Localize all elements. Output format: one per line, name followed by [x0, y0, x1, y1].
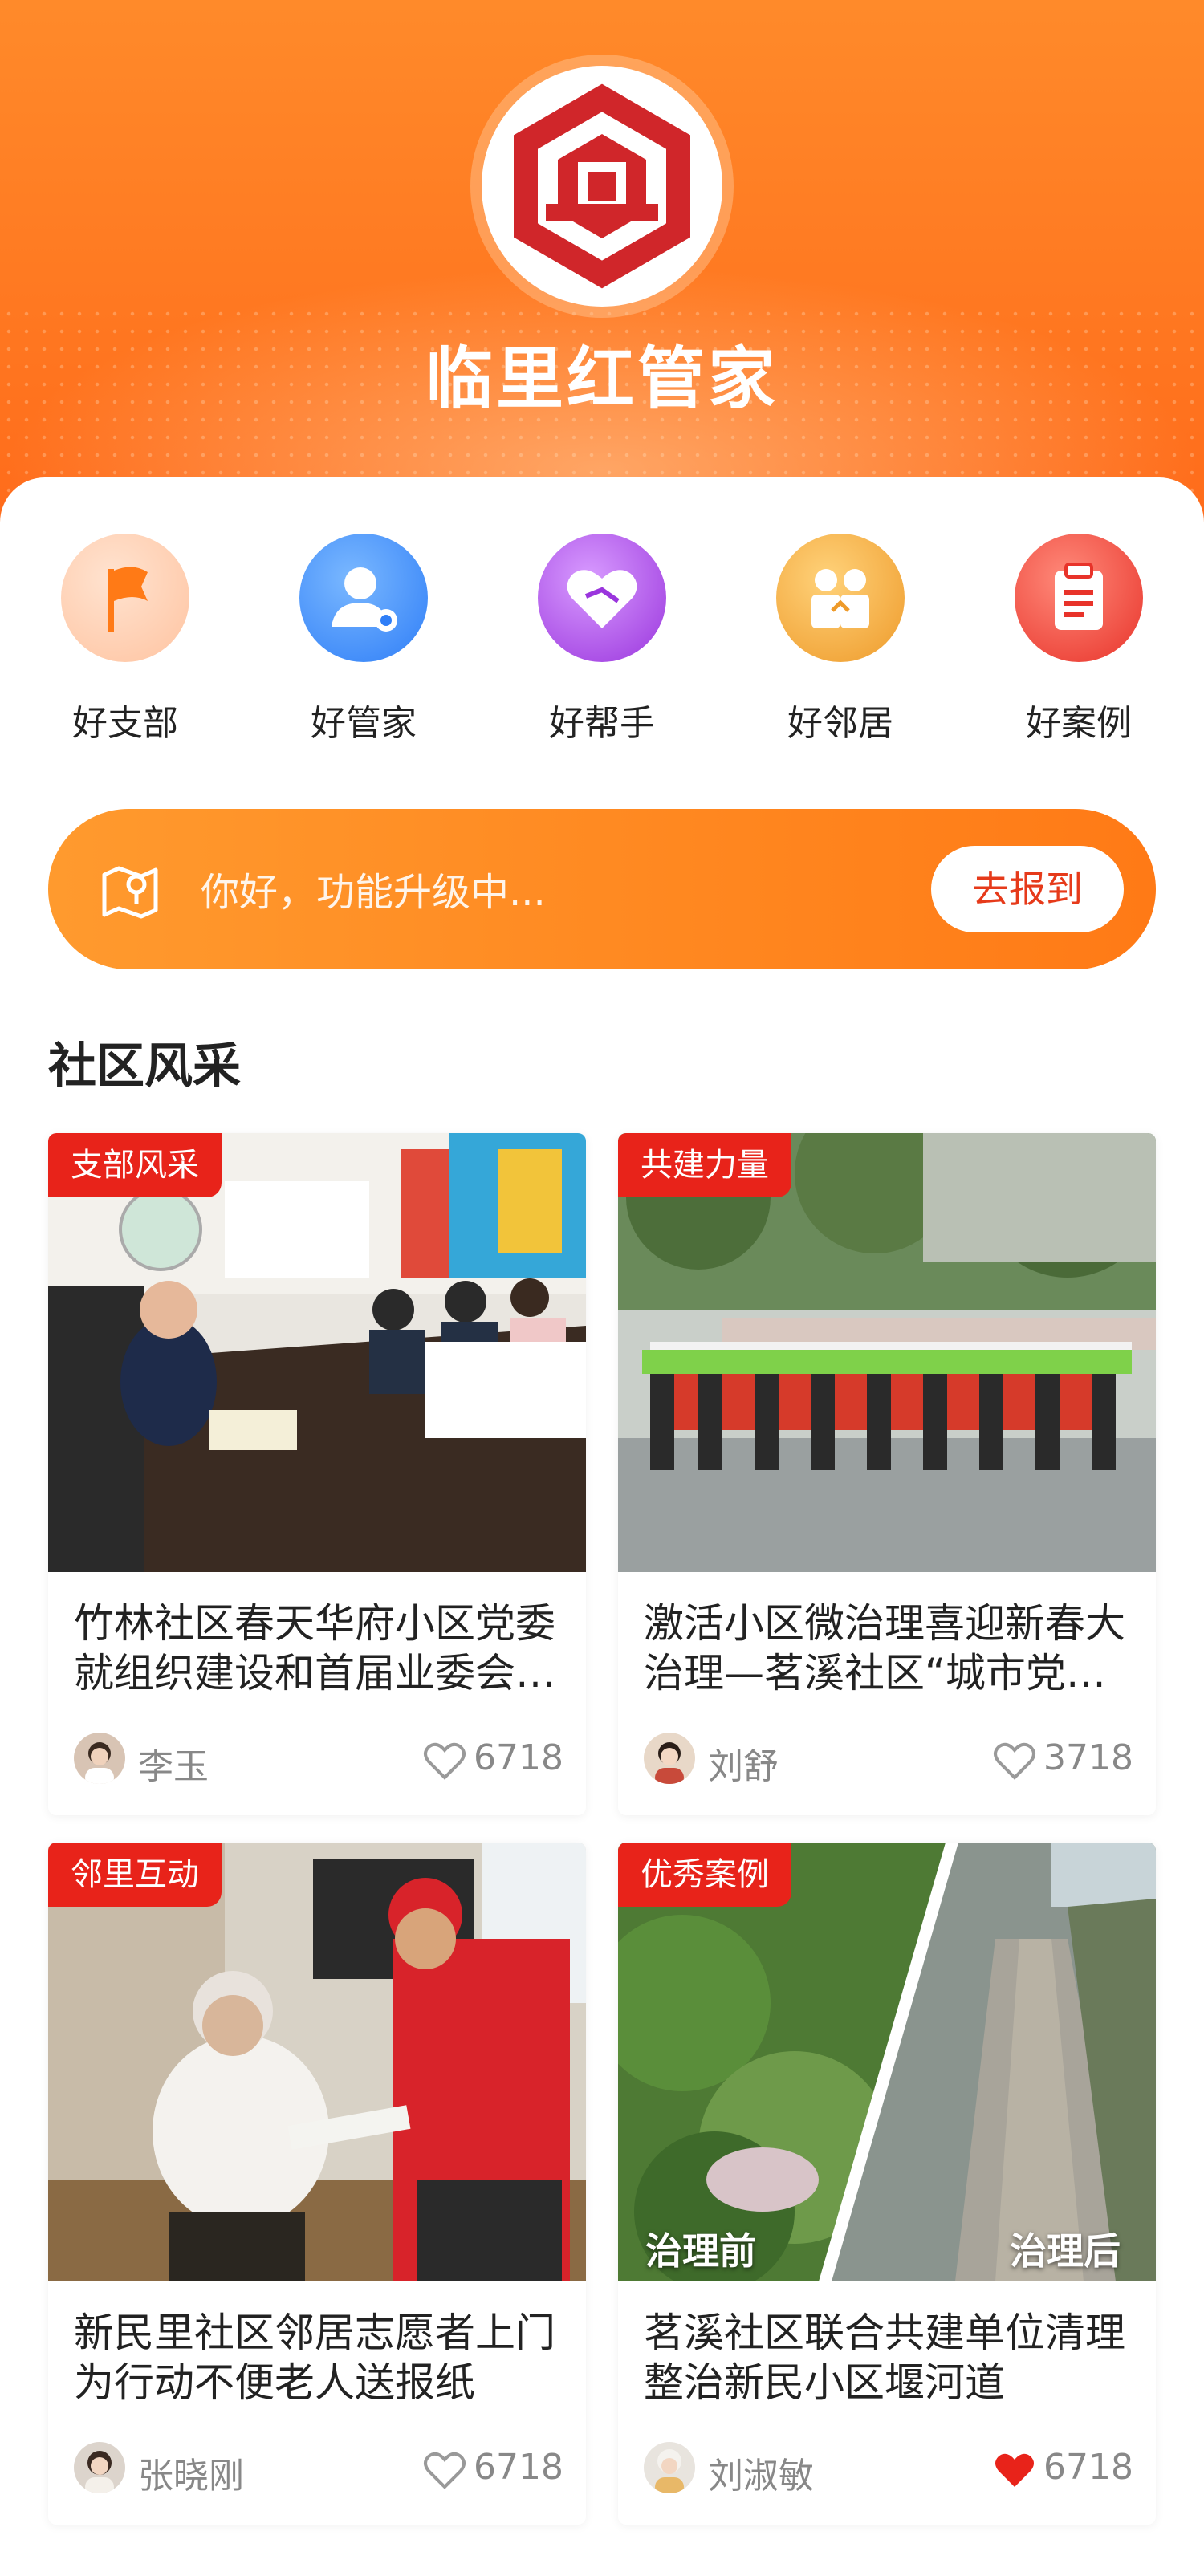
app-title: 临里红管家: [425, 339, 779, 418]
avatar[interactable]: [644, 1733, 695, 1784]
header-banner: 临里红管家: [0, 0, 1204, 546]
post-category-tag: 支部风采: [48, 1133, 222, 1197]
like-count: 3718: [1043, 1737, 1133, 1778]
post-image: 优秀案例 治理前 治理后: [618, 1843, 1156, 2281]
like-count: 6718: [1043, 2447, 1133, 2488]
nav-item-helper[interactable]: 好帮手: [514, 534, 690, 758]
post-title: 茗溪社区联合共建单位清理整治新民小区堰河道: [644, 2310, 1125, 2406]
post-image: 邻里互动: [48, 1843, 586, 2281]
nav-item-case[interactable]: 好案例: [990, 534, 1167, 758]
heart-outline-icon[interactable]: [422, 1739, 467, 1781]
checkin-button[interactable]: 去报到: [931, 846, 1124, 932]
section-title: 社区风采: [48, 1038, 241, 1095]
post-title: 激活小区微治理喜迎新春大治理—茗溪社区“城市党建日”活动: [644, 1600, 1125, 1696]
quick-nav: 好支部 好管家 好帮手 好邻居 好案例: [0, 534, 1204, 758]
app-logo: [482, 66, 722, 307]
post-card[interactable]: 支部风采 竹林社区春天华府小区党委就组织建设和首届业委会换届等事宜召开会议 李玉…: [48, 1133, 586, 1815]
author-name: 张晓刚: [138, 2456, 244, 2497]
avatar[interactable]: [644, 2442, 695, 2493]
author-name: 刘淑敏: [708, 2456, 814, 2497]
nav-item-manager[interactable]: 好管家: [275, 534, 452, 758]
like-count: 6718: [474, 1737, 563, 1778]
post-category-tag: 优秀案例: [618, 1843, 791, 1907]
post-title: 竹林社区春天华府小区党委就组织建设和首届业委会换届等事宜召开会议: [74, 1600, 555, 1696]
banner-message: 你好，功能升级中...: [201, 870, 546, 915]
heart-filled-icon[interactable]: [992, 2448, 1037, 2490]
nav-item-neighbor[interactable]: 好邻居: [752, 534, 929, 758]
post-image: 共建力量: [618, 1133, 1156, 1572]
neighbors-icon: [776, 534, 905, 662]
flag-icon: [61, 534, 189, 662]
post-category-tag: 共建力量: [618, 1133, 791, 1197]
after-label: 治理后: [1010, 2229, 1121, 2273]
clipboard-icon: [1015, 534, 1143, 662]
before-label: 治理前: [645, 2229, 756, 2273]
nav-item-branch[interactable]: 好支部: [37, 534, 214, 758]
post-image: 支部风采: [48, 1133, 586, 1572]
heart-outline-icon[interactable]: [422, 2448, 467, 2490]
avatar[interactable]: [74, 1733, 125, 1784]
post-category-tag: 邻里互动: [48, 1843, 222, 1907]
post-card[interactable]: 邻里互动 新民里社区邻居志愿者上门为行动不便老人送报纸 张晓刚 6718: [48, 1843, 586, 2525]
like-count: 6718: [474, 2447, 563, 2488]
app-screen: 临里红管家 好支部 好管家 好帮手 好邻居 好案例 你好，功能升级中... 去报…: [0, 0, 1204, 2576]
location-map-icon: [96, 855, 164, 923]
heart-outline-icon[interactable]: [992, 1739, 1037, 1781]
post-title: 新民里社区邻居志愿者上门为行动不便老人送报纸: [74, 2310, 555, 2406]
avatar[interactable]: [74, 2442, 125, 2493]
checkin-banner: 你好，功能升级中... 去报到: [48, 809, 1156, 969]
post-card[interactable]: 优秀案例 治理前 治理后 茗溪社区联合共建单位清理整治新民小区堰河道 刘淑敏 6…: [618, 1843, 1156, 2525]
heart-handshake-icon: [538, 534, 666, 662]
author-name: 刘舒: [708, 1746, 779, 1787]
post-card[interactable]: 共建力量 激活小区微治理喜迎新春大治理—茗溪社区“城市党建日”活动 刘舒 371…: [618, 1133, 1156, 1815]
user-star-icon: [299, 534, 428, 662]
author-name: 李玉: [138, 1746, 209, 1787]
